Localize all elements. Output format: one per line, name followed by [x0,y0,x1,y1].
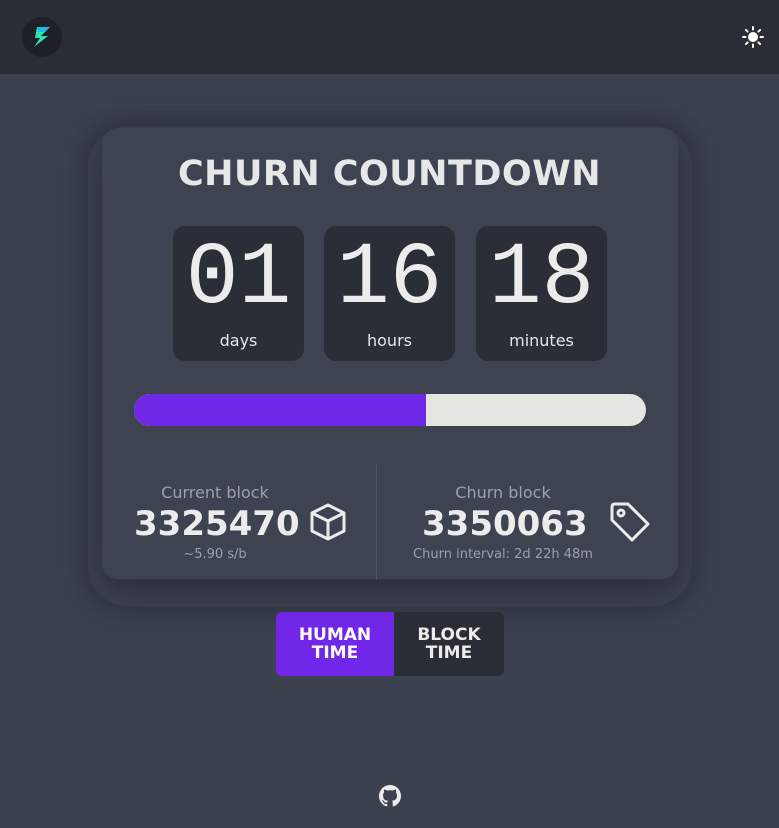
block-time-label-2: TIME [425,643,473,663]
churn-block-value: 3350063 [422,504,588,544]
hours-box: 16 hours [324,226,455,361]
human-time-label-1: HUMAN [298,625,372,645]
current-block-rate: ~5.90 s/b [183,547,247,562]
days-value: 01 [185,230,292,329]
github-link[interactable] [379,785,401,807]
lightning-icon [34,27,50,47]
minutes-value: 18 [488,230,595,329]
current-block-label: Current block [161,483,269,502]
days-box: 01 days [173,226,304,361]
sun-icon [742,26,764,48]
churn-block-label: Churn block [455,483,551,502]
top-bar [0,0,779,74]
minutes-box: 18 minutes [476,226,607,361]
progress-fill [134,394,426,426]
theme-toggle-button[interactable] [740,24,766,50]
tag-icon [610,502,650,542]
current-block-value: 3325470 [134,504,300,544]
time-mode-toggle: HUMAN TIME BLOCK TIME [276,612,504,676]
cube-icon [310,503,346,541]
stats-divider [376,464,377,580]
app-logo[interactable] [22,17,62,57]
progress-bar [134,394,646,426]
github-icon [379,785,401,807]
page-title: CHURN COUNTDOWN [177,154,602,194]
block-time-label-1: BLOCK [417,625,481,645]
block-time-button[interactable]: BLOCK TIME [394,612,504,676]
hours-value: 16 [336,230,443,329]
churn-interval: Churn interval: 2d 22h 48m [413,547,593,562]
human-time-button[interactable]: HUMAN TIME [276,612,394,676]
minutes-label: minutes [509,331,574,350]
hours-label: hours [367,331,412,350]
human-time-label-2: TIME [311,643,359,663]
days-label: days [219,331,258,350]
